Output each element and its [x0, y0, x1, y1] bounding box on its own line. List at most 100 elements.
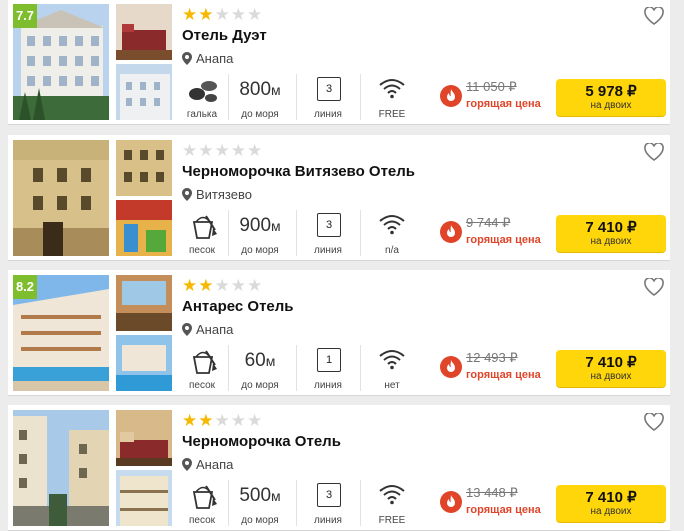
beach-label: песок	[188, 245, 216, 256]
divider	[228, 210, 229, 256]
price-button[interactable]: 7 410 ₽ на двоих	[556, 350, 666, 387]
divider	[360, 210, 361, 256]
hotel-balcony-photo[interactable]	[116, 470, 172, 526]
star-icon: ★	[247, 411, 263, 430]
price-value: 7 410 ₽	[585, 354, 637, 371]
location-label: Анапа	[196, 457, 234, 472]
hotel-card[interactable]: 7.7 ★ ★ ★ ★ ★ Отель Дуэт Анапа галька 80…	[8, 0, 670, 125]
fire-icon	[440, 85, 462, 107]
wifi-status: FREE	[368, 480, 416, 526]
hot-price-label: горящая цена	[466, 369, 541, 381]
star-icon: ★	[230, 411, 246, 430]
line-number: 3	[317, 483, 341, 507]
wifi-status: FREE	[368, 74, 416, 120]
hotel-card[interactable]: ★ ★ ★ ★ ★ Черноморочка Витязево Отель Ви…	[8, 135, 670, 261]
hotel-facade-photo[interactable]	[116, 64, 172, 120]
divider	[296, 210, 297, 256]
divider	[228, 345, 229, 391]
hotel-main-photo[interactable]	[13, 140, 109, 256]
star-icon: ★	[182, 411, 198, 430]
star-icon: ★	[247, 5, 263, 24]
hotel-pool-photo[interactable]	[116, 335, 172, 391]
wifi-icon	[379, 215, 405, 235]
sea-distance: 900м до моря	[232, 210, 288, 256]
beach-label: песок	[188, 515, 216, 526]
rating-badge: 8.2	[13, 275, 37, 299]
hotel-name[interactable]: Антарес Отель	[182, 298, 294, 315]
star-rating: ★ ★ ★ ★ ★	[182, 141, 263, 160]
favorite-heart-icon[interactable]	[644, 278, 664, 296]
line-number: 3	[317, 77, 341, 101]
location-label: Витязево	[196, 187, 252, 202]
wifi-icon	[379, 485, 405, 505]
location-pin-icon	[182, 323, 192, 336]
hotel-interior-photo[interactable]	[116, 275, 172, 331]
hotel-room-photo[interactable]	[116, 4, 172, 60]
star-rating: ★ ★ ★ ★ ★	[182, 411, 263, 430]
price-button[interactable]: 5 978 ₽ на двоих	[556, 79, 666, 116]
beach-line: 1 линия	[304, 345, 352, 391]
hotel-name[interactable]: Отель Дуэт	[182, 27, 267, 44]
price-button[interactable]: 7 410 ₽ на двоих	[556, 215, 666, 252]
favorite-heart-icon[interactable]	[644, 7, 664, 25]
price-for-two-label: на двоих	[590, 506, 632, 517]
price-for-two-label: на двоих	[590, 371, 632, 382]
favorite-heart-icon[interactable]	[644, 413, 664, 431]
beach-type: песок	[180, 480, 224, 526]
wifi-label: FREE	[378, 515, 406, 526]
beach-line: 3 линия	[304, 480, 352, 526]
divider	[228, 74, 229, 120]
sea-distance: 800м до моря	[232, 74, 288, 120]
line-label: линия	[314, 380, 342, 391]
star-icon: ★	[230, 141, 246, 160]
star-rating: ★ ★ ★ ★ ★	[182, 5, 263, 24]
hotel-name[interactable]: Черноморочка Отель	[182, 433, 341, 450]
distance-label: до моря	[241, 380, 279, 391]
sand-bucket-icon	[192, 485, 217, 509]
distance-value: 900м	[239, 215, 281, 236]
line-label: линия	[314, 245, 342, 256]
hotel-name[interactable]: Черноморочка Витязево Отель	[182, 163, 415, 180]
hotel-location: Витязево	[182, 187, 252, 202]
star-icon: ★	[247, 276, 263, 295]
price-for-two-label: на двоих	[590, 236, 632, 247]
hot-price-label: горящая цена	[466, 234, 541, 246]
line-number: 1	[317, 348, 341, 372]
fire-icon	[440, 221, 462, 243]
hotel-playground-photo[interactable]	[116, 200, 172, 256]
favorite-heart-icon[interactable]	[644, 143, 664, 161]
star-icon: ★	[214, 411, 230, 430]
hotel-card[interactable]: ★ ★ ★ ★ ★ Черноморочка Отель Анапа песок…	[8, 405, 670, 531]
hotel-location: Анапа	[182, 51, 233, 66]
sea-distance: 60м до моря	[232, 345, 288, 391]
fire-icon	[440, 491, 462, 513]
beach-type: песок	[180, 210, 224, 256]
hotel-room-photo[interactable]	[116, 410, 172, 466]
star-icon: ★	[182, 5, 198, 24]
price-value: 5 978 ₽	[585, 83, 637, 100]
star-icon: ★	[198, 5, 214, 24]
star-icon: ★	[247, 141, 263, 160]
divider	[296, 345, 297, 391]
fire-icon	[440, 356, 462, 378]
beach-type: галька	[180, 74, 224, 120]
rating-badge: 7.7	[13, 4, 37, 28]
hot-price-label: горящая цена	[466, 504, 541, 516]
hotel-card[interactable]: 8.2 ★ ★ ★ ★ ★ Антарес Отель Анапа песок …	[8, 270, 670, 396]
star-icon: ★	[198, 141, 214, 160]
star-icon: ★	[230, 276, 246, 295]
hotel-building-photo[interactable]	[116, 140, 172, 196]
hotel-main-photo[interactable]	[13, 410, 109, 526]
price-button[interactable]: 7 410 ₽ на двоих	[556, 485, 666, 522]
star-icon: ★	[198, 276, 214, 295]
hotel-location: Анапа	[182, 322, 233, 337]
divider	[228, 480, 229, 526]
price-value: 7 410 ₽	[585, 219, 637, 236]
star-icon: ★	[198, 411, 214, 430]
star-icon: ★	[214, 276, 230, 295]
distance-label: до моря	[241, 109, 279, 120]
divider	[296, 74, 297, 120]
star-icon: ★	[182, 276, 198, 295]
hot-price-label: горящая цена	[466, 98, 541, 110]
star-icon: ★	[214, 5, 230, 24]
